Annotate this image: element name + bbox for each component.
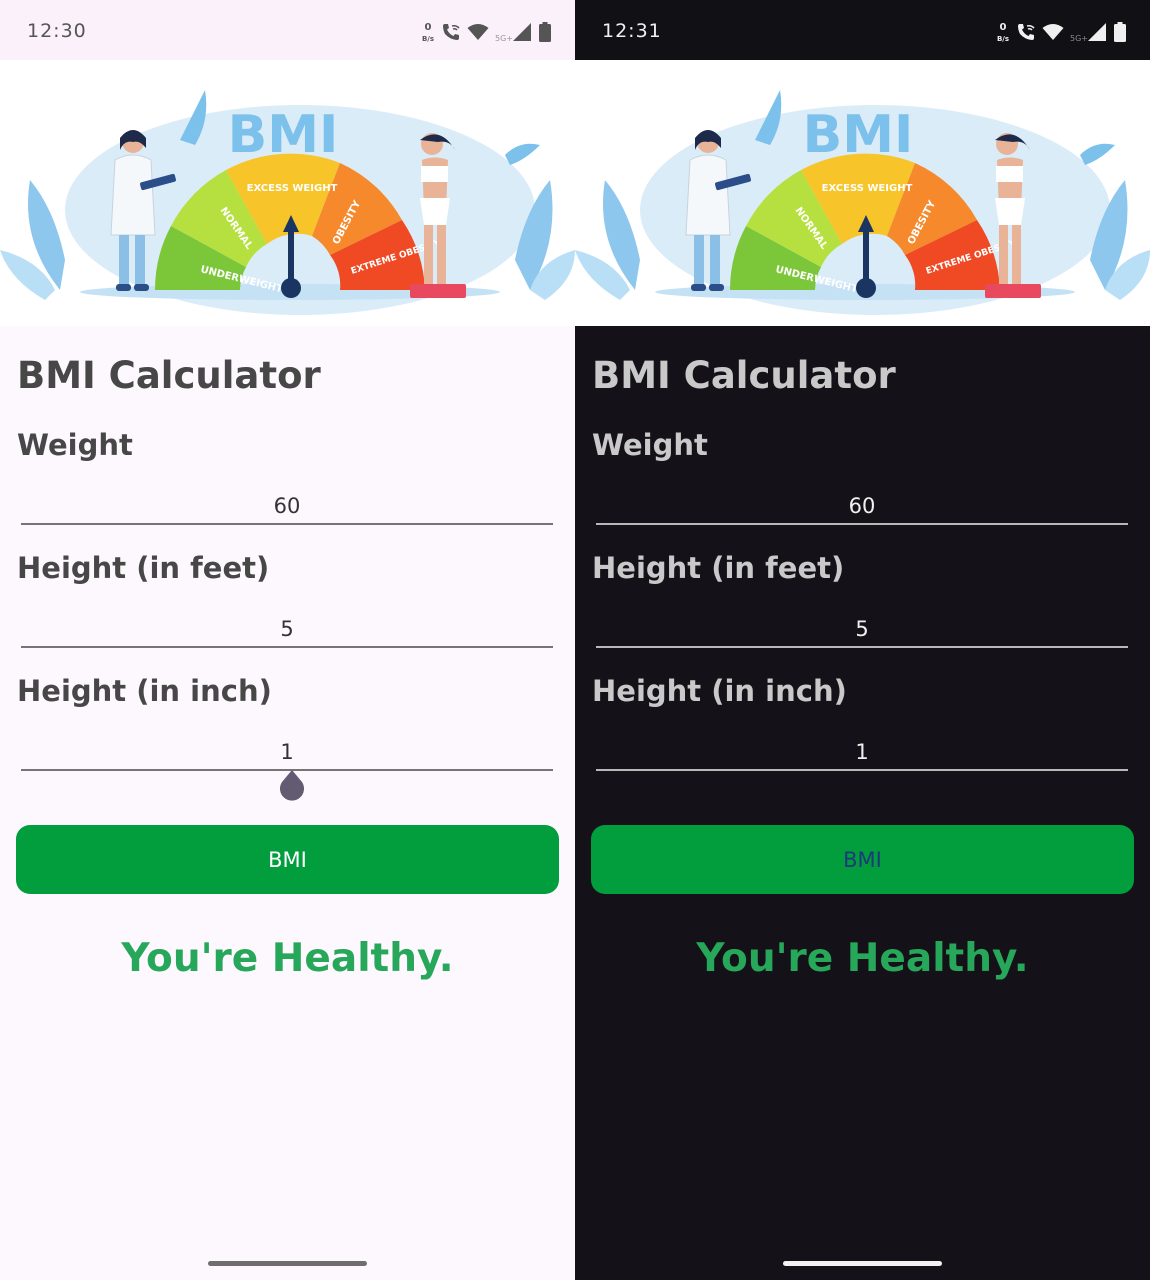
gauge-excess-weight-label: EXCESS WEIGHT xyxy=(247,183,338,194)
battery-icon xyxy=(539,22,551,42)
home-indicator[interactable] xyxy=(783,1261,942,1266)
height-inch-field-wrapper xyxy=(596,725,1128,773)
height-feet-input[interactable] xyxy=(596,602,1128,648)
cell-signal-icon: 5G+ xyxy=(495,23,531,43)
height-feet-label: Height (in feet) xyxy=(17,551,270,585)
data-rate-icon: 0 B/s xyxy=(997,22,1009,43)
svg-text:0: 0 xyxy=(425,22,432,33)
status-icons: 0 B/s 5G+ xyxy=(421,20,551,44)
svg-text:B/s: B/s xyxy=(997,35,1009,43)
weight-input[interactable] xyxy=(21,479,553,525)
svg-text:B/s: B/s xyxy=(422,35,434,43)
bmi-button[interactable]: BMI xyxy=(16,825,559,894)
bmi-result-text: You're Healthy. xyxy=(121,936,454,981)
light-theme-screen: 12:30 0 B/s 5G+ BMI UNDERWEIGHT NORMAL E… xyxy=(0,0,575,1280)
weight-input[interactable] xyxy=(596,479,1128,525)
svg-text:5G+: 5G+ xyxy=(495,34,513,43)
svg-text:5G+: 5G+ xyxy=(1070,34,1088,43)
svg-text:0: 0 xyxy=(1000,22,1007,33)
height-inch-label: Height (in inch) xyxy=(17,674,272,708)
bmi-hero-illustration: BMI UNDERWEIGHT NORMAL EXCESS WEIGHT OBE… xyxy=(0,60,575,326)
text-cursor-handle-icon[interactable] xyxy=(278,768,306,802)
phone-wifi-call-icon xyxy=(1018,24,1035,40)
height-inch-input[interactable] xyxy=(21,725,553,771)
home-indicator[interactable] xyxy=(208,1261,367,1266)
status-time: 12:30 xyxy=(27,20,87,42)
height-feet-input[interactable] xyxy=(21,602,553,648)
dark-theme-screen: 12:31 0 B/s 5G+ BMI UNDERWEIGHT NORMAL E… xyxy=(575,0,1150,1280)
height-inch-label: Height (in inch) xyxy=(592,674,847,708)
battery-icon xyxy=(1114,22,1126,42)
page-title: BMI Calculator xyxy=(17,354,321,397)
height-inch-input[interactable] xyxy=(596,725,1128,771)
height-inch-field-wrapper xyxy=(21,725,553,773)
height-feet-field-wrapper xyxy=(21,602,553,650)
bmi-button[interactable]: BMI xyxy=(591,825,1134,894)
data-rate-icon: 0 B/s xyxy=(422,22,434,43)
weight-label: Weight xyxy=(592,428,708,462)
bmi-result-text: You're Healthy. xyxy=(696,936,1029,981)
page-title: BMI Calculator xyxy=(592,354,896,397)
bmi-hero-illustration: BMI UNDERWEIGHT NORMAL EXCESS WEIGHT OBE… xyxy=(575,60,1150,326)
height-feet-field-wrapper xyxy=(596,602,1128,650)
status-bar: 12:30 0 B/s 5G+ xyxy=(0,0,575,60)
status-icons: 0 B/s 5G+ xyxy=(996,20,1126,44)
weight-field-wrapper xyxy=(21,479,553,527)
status-time: 12:31 xyxy=(602,20,662,42)
weight-field-wrapper xyxy=(596,479,1128,527)
height-feet-label: Height (in feet) xyxy=(592,551,845,585)
wifi-icon xyxy=(1042,24,1064,40)
weight-label: Weight xyxy=(17,428,133,462)
gauge-excess-weight-label: EXCESS WEIGHT xyxy=(822,183,913,194)
phone-wifi-call-icon xyxy=(443,24,460,40)
cell-signal-icon: 5G+ xyxy=(1070,23,1106,43)
status-bar: 12:31 0 B/s 5G+ xyxy=(575,0,1150,60)
wifi-icon xyxy=(467,24,489,40)
